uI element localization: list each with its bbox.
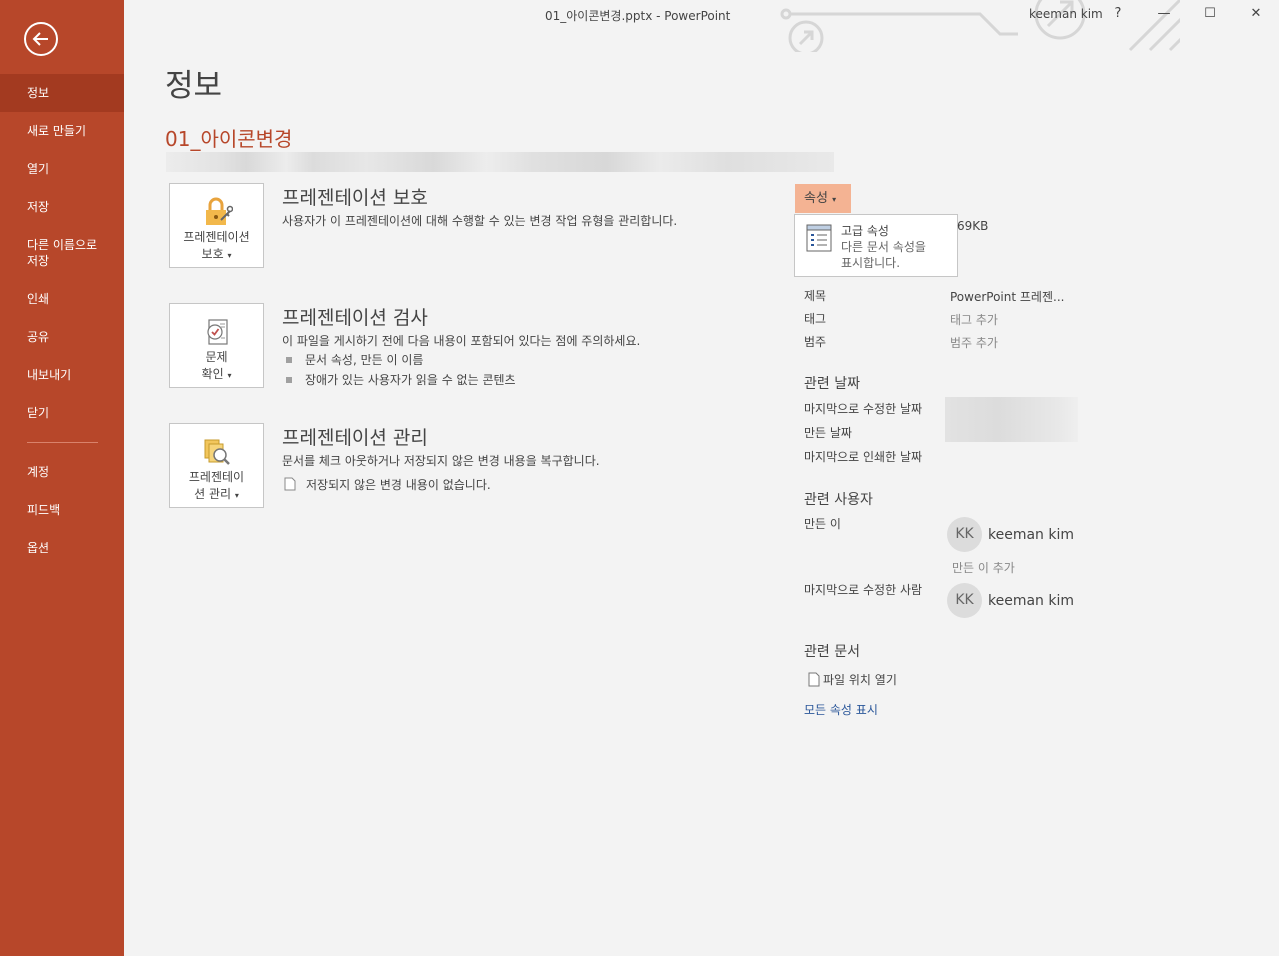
advanced-properties-desc-line2: 표시합니다.	[841, 256, 901, 270]
related-dates-heading: 관련 날짜	[804, 376, 860, 392]
tags-label: 태그	[804, 312, 827, 326]
manage-button-line2-wrap: 션 관리 ▾	[170, 487, 263, 503]
file-path-redacted	[166, 152, 834, 172]
author-name[interactable]: keeman kim	[988, 527, 1074, 543]
protect-button-line1: 프레젠테이션	[183, 230, 250, 244]
manage-note: 저장되지 않은 변경 내용이 없습니다.	[284, 476, 491, 493]
sidebar-item-export[interactable]: 내보내기	[0, 356, 124, 394]
check-button-line2-wrap: 확인 ▾	[170, 367, 263, 383]
title-value[interactable]: PowerPoint 프레젠...	[950, 288, 1064, 305]
sidebar-nav: 정보 새로 만들기 열기 저장 다른 이름으로 저장 인쇄 공유 내보내기 닫기…	[0, 74, 124, 567]
sidebar-item-share[interactable]: 공유	[0, 318, 124, 356]
check-for-issues-button[interactable]: 문제 확인 ▾	[169, 303, 264, 388]
protect-heading: 프레젠테이션 보호	[282, 187, 428, 209]
manage-button-line1: 프레젠테이	[188, 470, 245, 484]
document-icon	[808, 672, 820, 687]
inspect-bullet-2-text: 장애가 있는 사용자가 읽을 수 없는 콘텐츠	[305, 373, 516, 387]
open-file-location-link[interactable]: 파일 위치 열기	[808, 671, 897, 688]
protect-description: 사용자가 이 프레젠테이션에 대해 수행할 수 있는 변경 작업 유형을 관리합…	[282, 214, 678, 228]
tags-input[interactable]: 태그 추가	[950, 311, 998, 328]
manage-presentation-button[interactable]: 프레젠테이 션 관리 ▾	[169, 423, 264, 508]
sidebar-item-save[interactable]: 저장	[0, 188, 124, 226]
chevron-down-icon: ▾	[234, 491, 239, 500]
related-documents-heading: 관련 문서	[804, 644, 860, 660]
dates-redacted	[945, 397, 1078, 442]
sidebar-item-close[interactable]: 닫기	[0, 394, 124, 432]
properties-menu: 고급 속성 다른 문서 속성을 표시합니다.	[794, 214, 958, 277]
last-modified-label: 마지막으로 수정한 날짜	[804, 402, 923, 416]
window-title: 01_아이콘변경.pptx - PowerPoint	[545, 9, 731, 23]
sidebar-item-feedback[interactable]: 피드백	[0, 491, 124, 529]
sidebar-divider	[27, 442, 98, 443]
category-label: 범주	[804, 335, 827, 349]
advanced-properties-desc-line1: 다른 문서 속성을	[841, 240, 926, 254]
show-all-properties-link[interactable]: 모든 속성 표시	[804, 701, 878, 718]
sidebar-item-open[interactable]: 열기	[0, 150, 124, 188]
avatar: KK	[947, 517, 982, 552]
inspect-description: 이 파일을 게시하기 전에 다음 내용이 포함되어 있다는 점에 주의하세요.	[282, 334, 641, 348]
manage-description: 문서를 체크 아웃하거나 저장되지 않은 변경 내용을 복구합니다.	[282, 454, 600, 468]
inspect-bullet-2: 장애가 있는 사용자가 읽을 수 없는 콘텐츠	[286, 371, 516, 388]
protect-presentation-button[interactable]: 프레젠테이션 보호 ▾	[169, 183, 264, 268]
help-button[interactable]: ?	[1106, 3, 1130, 25]
add-author-link[interactable]: 만든 이 추가	[952, 559, 1015, 576]
inspect-document-icon	[201, 316, 233, 348]
sidebar-item-save-as-line1: 다른 이름으로	[27, 238, 98, 252]
avatar: KK	[947, 583, 982, 618]
chevron-down-icon: ▾	[227, 371, 232, 380]
protect-button-line2-wrap: 보호 ▾	[170, 247, 263, 263]
page-title: 정보	[165, 68, 223, 104]
close-window-button[interactable]: ✕	[1244, 3, 1268, 25]
last-printed-label: 마지막으로 인쇄한 날짜	[804, 450, 923, 464]
created-label: 만든 날짜	[804, 426, 852, 440]
inspect-heading: 프레젠테이션 검사	[282, 307, 428, 329]
sidebar-item-info[interactable]: 정보	[0, 74, 124, 112]
sidebar-item-options[interactable]: 옵션	[0, 529, 124, 567]
author-label: 만든 이	[804, 517, 841, 531]
bullet-square-icon	[286, 357, 292, 363]
sidebar-item-save-as-line2: 저장	[27, 254, 50, 268]
sidebar-item-print[interactable]: 인쇄	[0, 280, 124, 318]
protect-button-line2: 보호	[201, 247, 224, 261]
category-input[interactable]: 범주 추가	[950, 334, 998, 351]
open-file-location-text: 파일 위치 열기	[823, 673, 897, 687]
properties-button-label: 속성	[804, 191, 828, 206]
properties-dropdown-button[interactable]: 속성 ▾	[795, 184, 851, 213]
manage-versions-icon	[201, 436, 233, 468]
minimize-button[interactable]: —	[1152, 3, 1176, 25]
sidebar-item-new[interactable]: 새로 만들기	[0, 112, 124, 150]
bullet-square-icon	[286, 377, 292, 383]
check-button-line2: 확인	[201, 367, 224, 381]
file-size-value: 69KB	[957, 219, 989, 233]
backstage-sidebar: 정보 새로 만들기 열기 저장 다른 이름으로 저장 인쇄 공유 내보내기 닫기…	[0, 0, 124, 956]
sidebar-item-account[interactable]: 계정	[0, 453, 124, 491]
last-modified-by-name[interactable]: keeman kim	[988, 593, 1074, 609]
chevron-down-icon: ▾	[227, 251, 232, 260]
back-button[interactable]	[24, 22, 58, 56]
related-people-heading: 관련 사용자	[804, 492, 873, 508]
manage-button-line2: 션 관리	[194, 487, 232, 501]
title-label: 제목	[804, 289, 827, 303]
maximize-button[interactable]: ☐	[1198, 3, 1222, 25]
manage-note-text: 저장되지 않은 변경 내용이 없습니다.	[306, 478, 491, 492]
sidebar-item-save-as[interactable]: 다른 이름으로 저장	[0, 226, 124, 280]
file-name: 01_아이콘변경	[165, 127, 293, 151]
inspect-bullet-1: 문서 속성, 만든 이 이름	[286, 351, 423, 368]
advanced-properties-icon	[806, 224, 832, 252]
advanced-properties-desc: 다른 문서 속성을 표시합니다.	[841, 239, 926, 271]
arrow-left-icon	[32, 32, 48, 46]
manage-heading: 프레젠테이션 관리	[282, 427, 428, 449]
lock-icon	[201, 196, 233, 228]
inspect-bullet-1-text: 문서 속성, 만든 이 이름	[305, 353, 424, 367]
chevron-down-icon: ▾	[832, 195, 837, 204]
advanced-properties-item[interactable]: 고급 속성	[841, 222, 889, 239]
document-icon	[284, 477, 296, 491]
check-button-line1: 문제	[205, 350, 228, 364]
last-modified-by-label: 마지막으로 수정한 사람	[804, 583, 923, 597]
signed-in-user[interactable]: keeman kim	[1029, 7, 1103, 21]
